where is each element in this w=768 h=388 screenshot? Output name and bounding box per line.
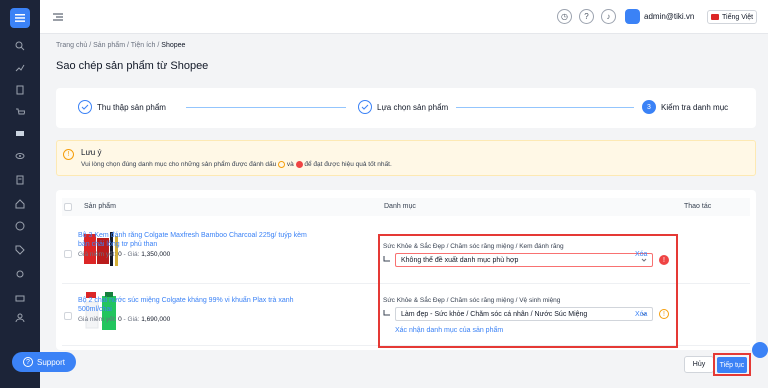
select-value: Làm đẹp - Sức khỏe / Chăm sóc cá nhân / … xyxy=(401,310,588,318)
alert-text: Vui lòng chọn đúng danh mục cho những sả… xyxy=(81,161,277,169)
warning-icon: ! xyxy=(63,149,74,160)
header-action: Thao tác xyxy=(684,203,712,210)
alert-title: Lưu ý xyxy=(81,148,102,157)
alert-text: và xyxy=(286,161,294,169)
alert-text: để đạt được hiệu quả tốt nhất. xyxy=(304,161,392,169)
step-label: Thu thập sản phẩm xyxy=(97,102,166,112)
step-connector xyxy=(186,107,346,108)
price-listed: 0 xyxy=(118,316,122,323)
breadcrumb: Trang chủ / Sản phẩm / Tiện ích / Shopee xyxy=(56,42,185,49)
warning-icon: ! xyxy=(659,309,669,319)
delete-link[interactable]: Xóa xyxy=(635,251,647,258)
tag-icon[interactable] xyxy=(14,244,26,256)
sidebar xyxy=(0,0,40,388)
help-icon: ? xyxy=(22,357,33,367)
breadcrumb-sep: / xyxy=(89,42,92,49)
chart-icon[interactable] xyxy=(14,62,26,74)
sub-arrow-icon xyxy=(383,310,390,316)
price-listed: 0 xyxy=(118,251,122,258)
support-button[interactable]: ? Support xyxy=(12,352,76,372)
page-title: Sao chép sản phẩm từ Shopee xyxy=(56,60,209,72)
language-label: Tiếng Việt xyxy=(722,13,754,21)
clock-icon[interactable] xyxy=(14,220,26,232)
support-label: Support xyxy=(36,357,66,367)
language-selector[interactable]: Tiếng Việt xyxy=(707,10,757,24)
stepper: Thu thập sản phẩm Lựa chọn sản phẩm 3 Ki… xyxy=(56,88,756,128)
step-collect: Thu thập sản phẩm xyxy=(78,100,166,114)
header-product: Sản phẩm xyxy=(84,203,116,210)
select-value: Không thể đề xuất danh mục phù hợp xyxy=(401,256,519,264)
collapse-menu-icon[interactable] xyxy=(52,11,64,23)
help-icon[interactable]: ? xyxy=(579,9,594,24)
app-logo[interactable] xyxy=(10,8,30,28)
check-icon xyxy=(358,100,372,114)
breadcrumb-home[interactable]: Trang chủ xyxy=(56,42,87,49)
cart-icon[interactable] xyxy=(14,106,26,118)
header-category: Danh mục xyxy=(384,203,416,210)
price-label: Giá niêm yết: xyxy=(78,316,117,323)
source-category-path: Sức Khỏe & Sắc Đẹp / Chăm sóc răng miệng… xyxy=(383,243,564,250)
source-category-path: Sức Khỏe & Sắc Đẹp / Chăm sóc răng miệng… xyxy=(383,297,561,304)
monitor-icon[interactable] xyxy=(14,128,26,140)
product-price: Giá niêm yết: 0 - Giá: 1,690,000 xyxy=(78,316,170,323)
table-header: Sản phẩm Danh mục Thao tác xyxy=(62,198,750,216)
confirm-category-link[interactable]: Xác nhận danh mục của sản phẩm xyxy=(395,327,503,334)
next-button[interactable]: Tiếp tục xyxy=(717,357,747,373)
row-checkbox[interactable] xyxy=(64,250,72,258)
bell-icon[interactable]: ♪ xyxy=(601,9,616,24)
clock-icon[interactable]: ◷ xyxy=(557,9,572,24)
document-icon[interactable] xyxy=(14,84,26,96)
price-sale: 1,690,000 xyxy=(141,316,171,323)
sub-arrow-icon xyxy=(383,256,390,262)
product-price: Giá niêm yết: 0 - Giá: 1,350,000 xyxy=(78,251,170,258)
search-icon[interactable] xyxy=(14,40,26,52)
breadcrumb-products[interactable]: Sản phẩm xyxy=(93,42,125,49)
error-marker-icon xyxy=(295,161,303,168)
print-icon[interactable] xyxy=(14,292,26,304)
product-name-link[interactable]: Bộ 3 Kem đánh răng Colgate Maxfresh Bamb… xyxy=(78,231,318,249)
check-icon xyxy=(78,100,92,114)
step-label: Kiểm tra danh mục xyxy=(661,102,729,112)
cancel-button[interactable]: Hủy xyxy=(684,356,714,373)
settings-icon[interactable] xyxy=(14,268,26,280)
breadcrumb-sep: / xyxy=(127,42,129,49)
home-icon[interactable] xyxy=(14,198,26,210)
floating-badge[interactable] xyxy=(752,342,768,358)
avatar[interactable] xyxy=(625,9,640,24)
price-sale: 1,350,000 xyxy=(141,251,171,258)
category-select[interactable]: Không thể đề xuất danh mục phù hợp xyxy=(395,253,653,267)
step-label: Lựa chọn sản phẩm xyxy=(377,102,449,112)
delete-link[interactable]: Xóa xyxy=(635,311,647,318)
warning-marker-icon xyxy=(278,161,286,168)
sale-label: - Giá: xyxy=(123,251,140,258)
user-icon[interactable] xyxy=(14,312,26,324)
step-connector xyxy=(456,107,634,108)
flag-icon xyxy=(711,14,719,20)
category-select[interactable]: Làm đẹp - Sức khỏe / Chăm sóc cá nhân / … xyxy=(395,307,653,321)
alert-description: Vui lòng chọn đúng danh mục cho những sả… xyxy=(81,161,392,168)
breadcrumb-sep: / xyxy=(157,42,160,49)
breadcrumb-utilities[interactable]: Tiện ích xyxy=(131,42,156,49)
step-check-category: 3 Kiểm tra danh mục xyxy=(642,100,728,114)
notice-alert: ! Lưu ý Vui lòng chọn đúng danh mục cho … xyxy=(56,140,756,176)
step-number: 3 xyxy=(642,100,656,114)
error-icon: ! xyxy=(659,255,669,265)
sale-label: - Giá: xyxy=(123,316,140,323)
product-name-link[interactable]: Bộ 2 chai nước súc miệng Colgate kháng 9… xyxy=(78,296,318,314)
select-all-checkbox[interactable] xyxy=(64,203,72,211)
row-checkbox[interactable] xyxy=(64,312,72,320)
eye-icon[interactable] xyxy=(14,150,26,162)
breadcrumb-current: Shopee xyxy=(161,42,186,49)
step-select: Lựa chọn sản phẩm xyxy=(358,100,448,114)
price-label: Giá niêm yết: xyxy=(78,251,117,258)
user-email[interactable]: admin@tiki.vn xyxy=(644,12,694,21)
list-icon[interactable] xyxy=(14,174,26,186)
